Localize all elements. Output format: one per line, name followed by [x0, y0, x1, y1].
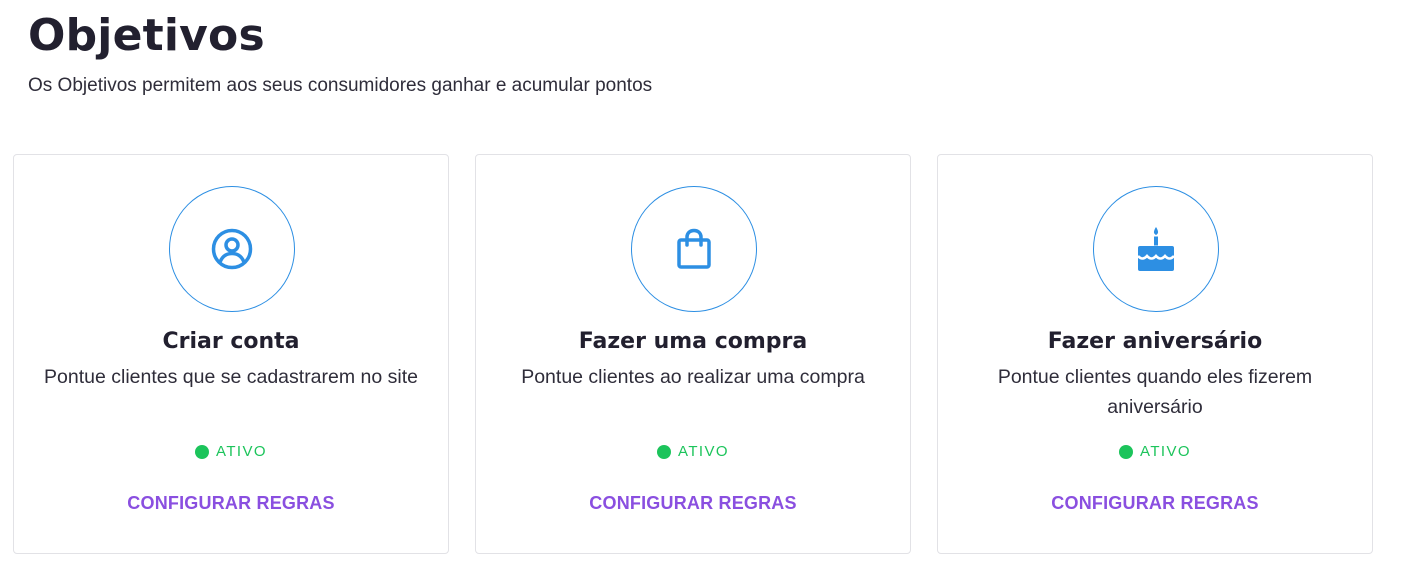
objective-card-make-purchase: Fazer uma compra Pontue clientes ao real… [475, 154, 911, 554]
status-label: ATIVO [216, 443, 267, 460]
status-badge: ATIVO [476, 443, 910, 460]
status-label: ATIVO [678, 443, 729, 460]
status-label: ATIVO [1140, 443, 1191, 460]
objectives-cards: Criar conta Pontue clientes que se cadas… [13, 154, 1373, 554]
status-dot-icon [657, 444, 672, 459]
configure-rules-button[interactable]: CONFIGURAR REGRAS [476, 493, 910, 514]
status-badge: ATIVO [938, 443, 1372, 460]
status-dot-icon [1119, 444, 1134, 459]
card-description: Pontue clientes quando eles fizerem aniv… [997, 366, 1313, 418]
objective-card-create-account: Criar conta Pontue clientes que se cadas… [13, 154, 449, 554]
birthday-cake-icon [1134, 225, 1178, 273]
card-title: Criar conta [162, 329, 300, 354]
user-circle-icon [210, 227, 254, 271]
icon-circle [169, 186, 295, 312]
objective-card-birthday: Fazer aniversário Pontue clientes quando… [937, 154, 1373, 554]
shopping-bag-icon [674, 227, 714, 271]
card-title: Fazer aniversário [1047, 329, 1263, 354]
configure-rules-button[interactable]: CONFIGURAR REGRAS [14, 493, 448, 514]
status-badge: ATIVO [14, 443, 448, 460]
icon-circle [1093, 186, 1219, 312]
card-description: Pontue clientes ao realizar uma compra [521, 366, 865, 388]
page-subtitle: Os Objetivos permitem aos seus consumido… [28, 75, 653, 96]
card-title: Fazer uma compra [578, 329, 808, 354]
configure-rules-button[interactable]: CONFIGURAR REGRAS [938, 493, 1372, 514]
status-dot-icon [195, 444, 210, 459]
card-description: Pontue clientes que se cadastrarem no si… [44, 366, 418, 388]
page-title: Objetivos [28, 10, 265, 61]
objectives-page: Objetivos Os Objetivos permitem aos seus… [0, 0, 1404, 570]
icon-circle [631, 186, 757, 312]
